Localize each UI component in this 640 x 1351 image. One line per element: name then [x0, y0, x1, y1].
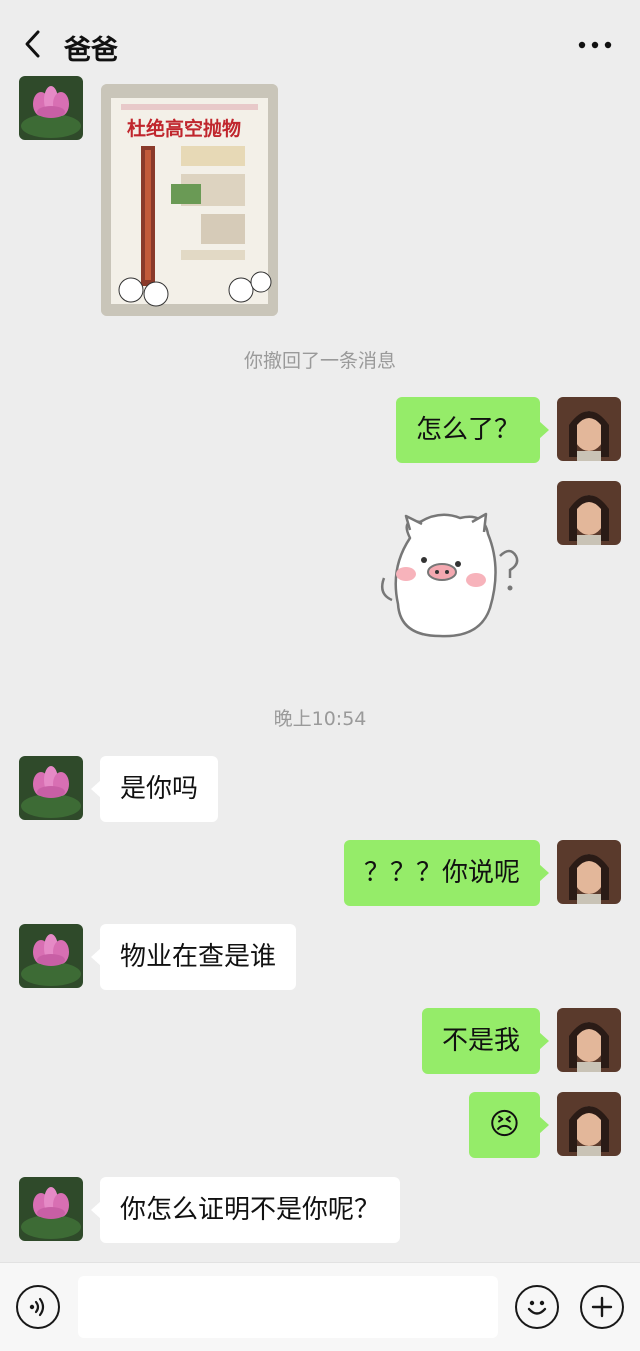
woman-portrait-icon	[557, 840, 621, 904]
avatar-dad[interactable]	[19, 756, 83, 820]
emoji-icon	[527, 1300, 547, 1315]
back-button[interactable]	[16, 26, 48, 62]
woman-portrait-icon	[557, 1008, 621, 1072]
avatar-me[interactable]	[557, 397, 621, 461]
message-bubble-in[interactable]: 你怎么证明不是你呢？	[90, 1177, 401, 1243]
message-bubble-out[interactable]: 不是我	[421, 1008, 550, 1074]
lotus-icon	[19, 756, 83, 820]
woman-portrait-icon	[557, 1092, 621, 1156]
lotus-icon	[19, 924, 83, 988]
avatar-me[interactable]	[557, 1092, 621, 1156]
woman-portrait-icon	[557, 397, 621, 461]
add-button[interactable]	[580, 1285, 624, 1329]
chat-header: 爸爸	[0, 0, 640, 88]
more-dots-icon	[578, 41, 612, 49]
lotus-icon	[19, 76, 83, 140]
message-bubble-in[interactable]: 物业在查是谁	[90, 924, 297, 990]
message-input[interactable]	[78, 1276, 498, 1338]
message-bubble-in[interactable]: 是你吗	[90, 756, 219, 822]
input-bar	[0, 1262, 640, 1351]
voice-button[interactable]	[16, 1285, 60, 1329]
chat-title: 爸爸	[64, 35, 118, 66]
avatar-dad[interactable]	[19, 76, 83, 140]
emoji-button[interactable]	[515, 1285, 559, 1329]
avatar-me[interactable]	[557, 481, 621, 545]
message-bubble-out[interactable]: 怎么了？	[395, 397, 550, 463]
more-button[interactable]	[574, 30, 616, 60]
message-bubble-out[interactable]: ？？？你说呢	[343, 840, 550, 906]
message-bubble-out[interactable]: 😣	[468, 1092, 550, 1158]
avatar-dad[interactable]	[19, 924, 83, 988]
lotus-icon	[19, 1177, 83, 1241]
woman-portrait-icon	[557, 481, 621, 545]
chevron-left-icon	[25, 30, 40, 58]
timestamp: 晚上10:54	[273, 708, 367, 730]
voice-icon	[29, 1297, 45, 1317]
pig-sticker[interactable]	[380, 508, 528, 646]
avatar-dad[interactable]	[19, 1177, 83, 1241]
plus-icon	[591, 1296, 613, 1318]
poster-image[interactable]: 杜绝高空抛物	[101, 84, 278, 316]
recall-notice: 你撤回了一条消息	[243, 350, 396, 372]
avatar-me[interactable]	[557, 840, 621, 904]
avatar-me[interactable]	[557, 1008, 621, 1072]
poster-title: 杜绝高空抛物	[127, 118, 242, 140]
